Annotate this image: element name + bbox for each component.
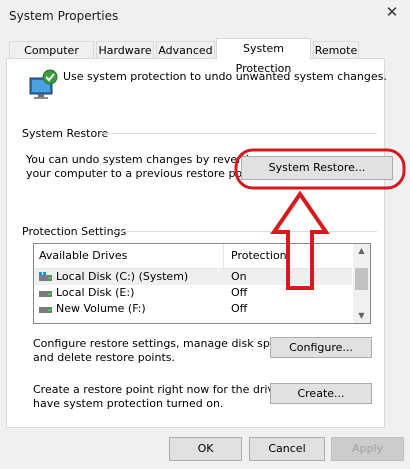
create-description-2: have system protection turned on. <box>33 397 224 410</box>
window-title: System Properties <box>9 9 119 23</box>
protection-settings-divider <box>114 231 377 232</box>
system-restore-description-1: You can undo system changes by reverting <box>26 153 263 166</box>
system-protection-icon <box>29 69 58 99</box>
tab-computer-name[interactable]: Computer Name <box>9 41 94 74</box>
column-header-available-drives[interactable]: Available Drives <box>34 244 224 268</box>
apply-button: Apply <box>331 437 404 461</box>
drive-icon <box>39 307 52 313</box>
scroll-down-arrow-icon[interactable]: ▼ <box>353 309 370 323</box>
drive-row-c[interactable]: Local Disk (C:) (System) On <box>34 269 352 285</box>
drive-protection-status: Off <box>231 286 248 299</box>
scrollbar-thumb[interactable] <box>355 268 368 290</box>
tab-hardware[interactable]: Hardware <box>96 41 154 58</box>
drives-list[interactable]: Available Drives Protection Local Disk (… <box>33 243 371 324</box>
cancel-button[interactable]: Cancel <box>249 437 325 461</box>
system-restore-description-2: your computer to a previous restore poin… <box>26 167 260 180</box>
system-drive-icon <box>39 272 52 281</box>
protection-settings-group-label: Protection Settings <box>22 225 127 238</box>
drives-list-header: Available Drives Protection <box>34 244 352 269</box>
tab-advanced[interactable]: Advanced <box>156 41 215 58</box>
configure-description-2: and delete restore points. <box>33 351 175 364</box>
drive-row-f[interactable]: New Volume (F:) Off <box>34 301 352 317</box>
close-icon[interactable]: ✕ <box>384 4 400 20</box>
ok-button[interactable]: OK <box>169 437 242 461</box>
drive-protection-status: On <box>231 270 247 283</box>
system-restore-button[interactable]: System Restore... <box>241 156 393 180</box>
configure-description-1: Configure restore settings, manage disk … <box>33 337 293 350</box>
system-restore-divider <box>100 133 377 134</box>
system-properties-dialog: { "window": { "title": "System Propertie… <box>0 0 410 469</box>
create-button[interactable]: Create... <box>270 383 372 404</box>
drive-name: Local Disk (E:) <box>56 286 135 299</box>
system-restore-group-label: System Restore <box>22 127 109 140</box>
configure-button[interactable]: Configure... <box>270 337 372 358</box>
tab-system-protection[interactable]: System Protection <box>216 38 311 75</box>
tab-remote[interactable]: Remote <box>313 41 359 58</box>
drive-name: Local Disk (C:) (System) <box>56 270 189 283</box>
drive-protection-status: Off <box>231 302 248 315</box>
drive-name: New Volume (F:) <box>56 302 146 315</box>
intro-text: Use system protection to undo unwanted s… <box>63 70 387 83</box>
drive-row-e[interactable]: Local Disk (E:) Off <box>34 285 352 301</box>
scroll-up-arrow-icon[interactable]: ▲ <box>353 244 370 258</box>
column-header-protection[interactable]: Protection <box>226 244 352 268</box>
drives-list-scrollbar[interactable]: ▲ ▼ <box>353 244 370 323</box>
drive-icon <box>39 291 52 297</box>
